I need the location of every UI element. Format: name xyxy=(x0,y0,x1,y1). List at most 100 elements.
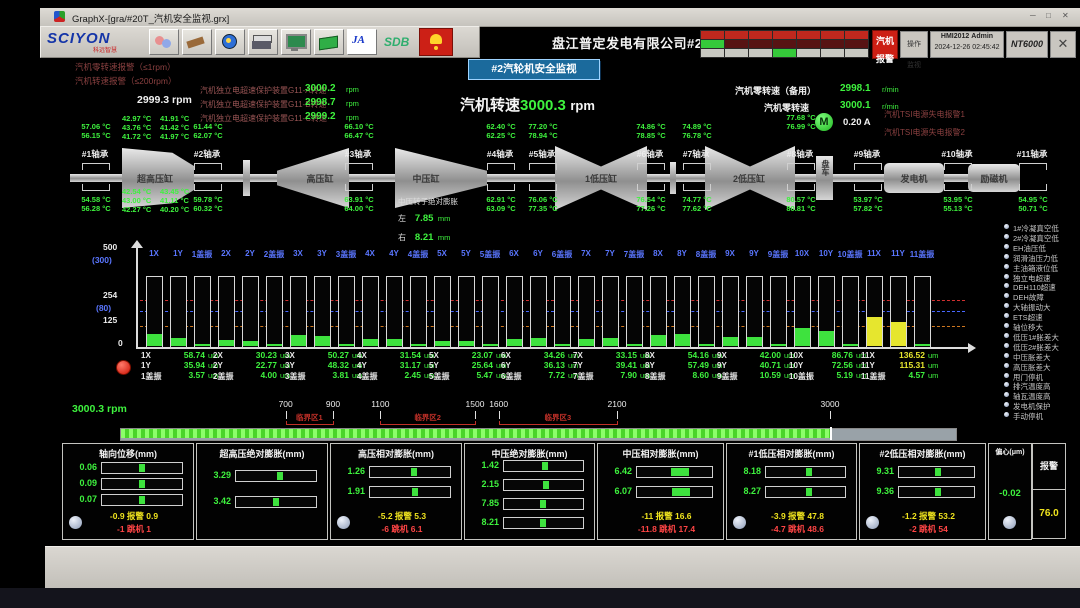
chart-bar-outline xyxy=(554,276,571,348)
speed-bar-value: 3000.3 rpm xyxy=(72,403,127,415)
panel-title: 中压相对膨胀(mm) xyxy=(598,447,723,460)
vib-table-value: 86.76 xyxy=(807,350,853,360)
panel-title: 高压相对膨胀(mm) xyxy=(331,447,461,460)
bearing-label: #5轴承 xyxy=(518,148,566,160)
alarm-list-item[interactable]: 手动停机 xyxy=(1013,411,1043,422)
panel-row-marker xyxy=(412,488,418,496)
vib-table-value: 7.72 xyxy=(519,370,565,380)
critical-zone-tick xyxy=(499,421,500,425)
bearing-temp-top: 66.47 °C xyxy=(336,131,382,140)
vib-table-value: 25.64 xyxy=(447,360,493,370)
chart-bar-fill xyxy=(267,344,282,347)
vib-table-value: 72.56 xyxy=(807,360,853,370)
bearing-temp-bottom: 80.81 °C xyxy=(778,204,824,213)
chart-bar-fill xyxy=(483,344,498,347)
chart-bar-fill xyxy=(459,341,474,346)
bearing-temp-bottom: 54.58 °C xyxy=(73,195,119,204)
panel-alarm-limits: -11 报警 16.6 xyxy=(618,510,715,522)
panel-row-value: 1.91 xyxy=(333,486,365,496)
panel-row-marker xyxy=(935,468,941,476)
panel-row-marker xyxy=(411,468,417,476)
critical-zone-tick xyxy=(333,421,334,425)
vhp-temp-top: 41.72 °C xyxy=(122,132,151,141)
chart-bar-outline xyxy=(434,276,451,348)
chart-bar-fill xyxy=(699,344,714,347)
panel-row-value: 1.42 xyxy=(467,460,499,470)
panel-trip-limits: -2 跳机 54 xyxy=(880,523,977,535)
alarm-indicator-lamp xyxy=(1004,254,1009,259)
g11-unit: rpm xyxy=(346,85,359,94)
critical-zone-tick xyxy=(286,421,287,425)
vib-table-value: 5.47 xyxy=(447,370,493,380)
bearing-temp-top: 76.78 °C xyxy=(674,131,720,140)
chart-bar-outline xyxy=(770,276,787,348)
vib-table-value: 10.59 xyxy=(735,370,781,380)
vhp-temp-top: 41.42 °C xyxy=(160,123,189,132)
panel-row-value: 1.26 xyxy=(333,466,365,476)
chart-bar-fill xyxy=(387,339,402,346)
vhp-temp-top: 43.76 °C xyxy=(122,123,151,132)
bearing-bracket-top xyxy=(637,163,665,170)
chart-x-arrow xyxy=(968,343,976,353)
chart-bar-fill xyxy=(819,331,834,346)
vib-table-value: 40.71 xyxy=(735,360,781,370)
vib-status-lamp xyxy=(116,360,131,375)
panel-status-lamp xyxy=(733,516,746,529)
chart-bar-fill xyxy=(291,335,306,346)
speed-tick-mark xyxy=(475,411,476,419)
bearing-bracket-bottom xyxy=(345,184,373,191)
chart-ytick: 125 xyxy=(103,315,117,325)
bearing-bracket-bottom xyxy=(787,184,815,191)
vib-table-value: 8.60 xyxy=(663,370,709,380)
chart-bar-outline xyxy=(506,276,523,348)
alarm-indicator-lamp xyxy=(1004,274,1009,279)
bearing-bracket-top xyxy=(529,163,557,170)
speed-tick-mark xyxy=(499,411,500,419)
bearing-label: #11轴承 xyxy=(1008,148,1056,160)
panel-trip-limits: -1 跳机 1 xyxy=(83,523,185,535)
bearing-temp-top: 66.10 °C xyxy=(336,122,382,131)
speed-tick-label: 3000 xyxy=(816,399,844,409)
bearing-temp-top: 78.94 °C xyxy=(520,131,566,140)
vib-table-value: 34.26 xyxy=(519,350,565,360)
bearing-label: #9轴承 xyxy=(843,148,891,160)
chart-ytick: 254 xyxy=(103,290,117,300)
eccentricity-alarm-value: 76.0 xyxy=(1032,489,1066,539)
panel-row-value: 8.27 xyxy=(729,486,761,496)
chart-bar-outline xyxy=(362,276,379,348)
critical-zone-line xyxy=(380,424,475,425)
bearing-bracket-bottom xyxy=(487,184,515,191)
alarm-indicator-lamp xyxy=(1004,343,1009,348)
chart-ytick: 0 xyxy=(118,338,123,348)
vib-table-value: 39.41 xyxy=(591,360,637,370)
bearing-bracket-bottom xyxy=(944,184,972,191)
panel-alarm-limits: -0.9 报警 0.9 xyxy=(83,510,185,522)
bearing-temp-bottom: 77.62 °C xyxy=(674,204,720,213)
chart-bar-outline xyxy=(386,276,403,348)
bearing-bracket-bottom xyxy=(194,184,222,191)
chart-bar-outline xyxy=(170,276,187,348)
vib-table-unit: um xyxy=(928,351,938,360)
vib-table-value: 42.00 xyxy=(735,350,781,360)
chart-bar-fill xyxy=(147,334,162,346)
g11-value: 2999.2 xyxy=(305,111,336,122)
critical-zone-line xyxy=(286,424,333,425)
g11-value: 3000.2 xyxy=(305,83,336,94)
speed-tick-mark xyxy=(380,411,381,419)
bearing-temp-bottom: 62.91 °C xyxy=(478,195,524,204)
chart-bar-fill xyxy=(771,344,786,347)
panel-alarm-limits: -1.2 报警 53.2 xyxy=(880,510,977,522)
panel-row-marker xyxy=(139,496,145,504)
expansion-panel: 轴向位移(mm)0.060.090.07-0.9 报警 0.9-1 跳机 1 xyxy=(62,443,194,540)
vib-table-value: 57.49 xyxy=(663,360,709,370)
bearing-bracket-bottom xyxy=(854,184,882,191)
panel-row-marker xyxy=(139,464,145,472)
chart-bar-outline xyxy=(914,276,931,348)
bearing-temp-bottom: 56.28 °C xyxy=(73,204,119,213)
bearing-label: #3轴承 xyxy=(334,148,382,160)
os-taskbar[interactable] xyxy=(0,588,1080,608)
panel-row-marker xyxy=(273,498,279,506)
chart-bar-fill xyxy=(411,344,426,347)
status-bar xyxy=(45,546,1080,589)
chart-y-axis xyxy=(136,244,138,347)
